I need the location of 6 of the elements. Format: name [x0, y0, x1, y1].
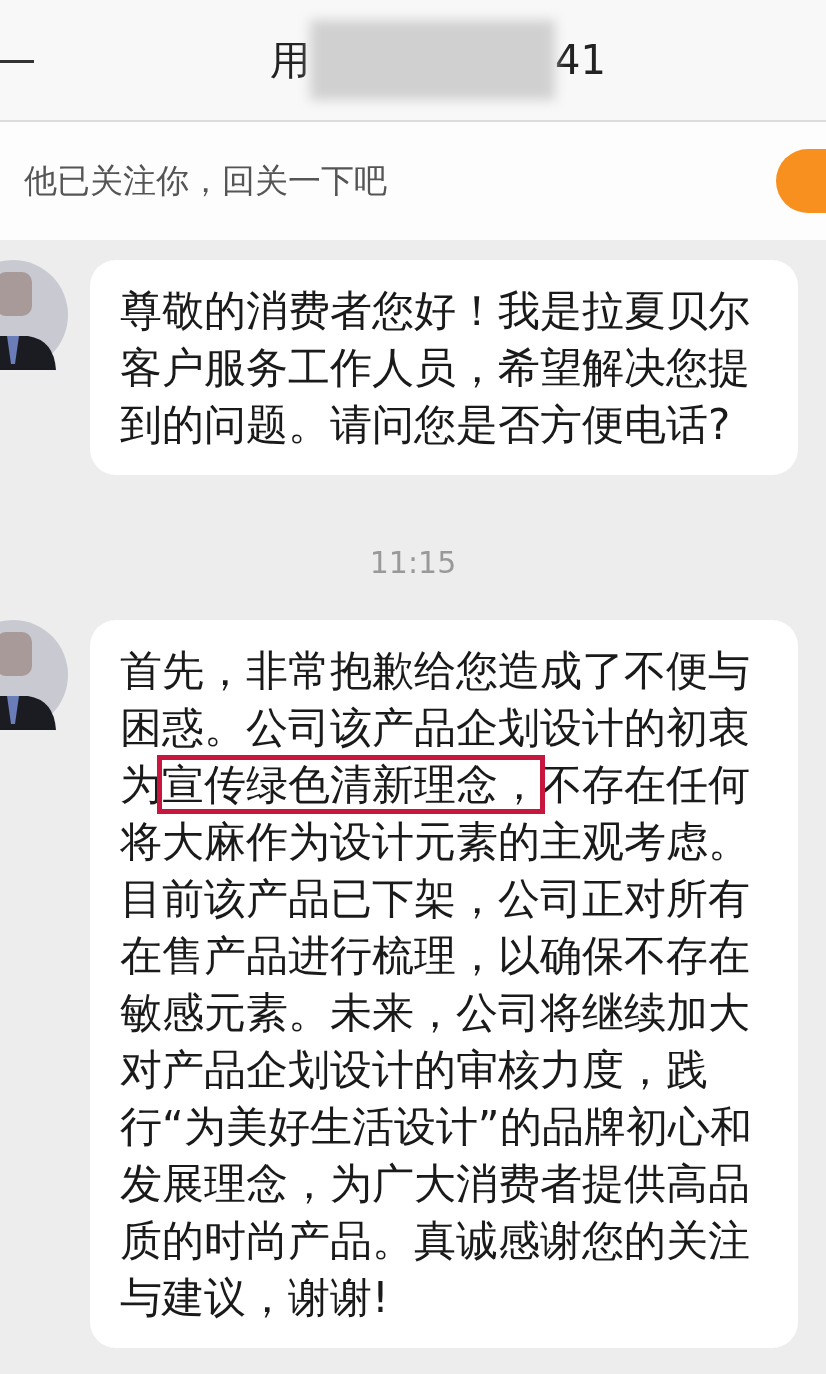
back-icon[interactable] [0, 60, 34, 64]
chat-title: 41 [555, 37, 606, 83]
follow-prompt: 他已关注你，回关一下吧 [24, 159, 387, 202]
chat-title: 用 [270, 35, 311, 85]
message-text: 尊敬的消费者您好！我是拉夏贝尔客户服务工作人员，希望解决您提到的问题。请问您是否方便电话? [120, 285, 751, 451]
timestamp: 11:15 [368, 545, 458, 580]
